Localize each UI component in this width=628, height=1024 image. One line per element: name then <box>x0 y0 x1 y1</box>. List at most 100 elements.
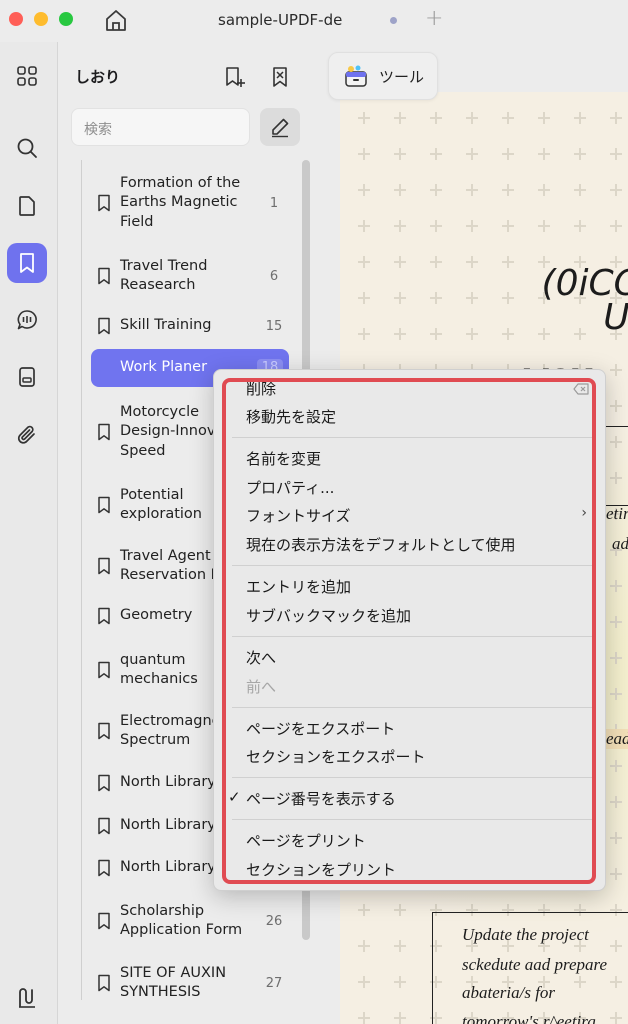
menu-item-show-page-numbers[interactable]: ページ番号を表示する <box>246 788 396 810</box>
bookmark-item[interactable]: SITE OF AUXIN SYNTHESIS 27 <box>91 961 289 1005</box>
page-grid-mark <box>502 292 514 304</box>
page-grid-mark <box>538 220 550 232</box>
page-icon[interactable] <box>7 186 47 226</box>
bookmark-page-number: 27 <box>265 975 283 991</box>
bookmark-page-number: 15 <box>265 318 283 334</box>
bookmark-context-menu: 削除 移動先を設定 名前を変更 プロパティ... フォントサイズ › 現在の表示… <box>213 369 606 891</box>
page-grid-mark <box>394 1012 406 1024</box>
document-line: sckedute aad prepare <box>462 955 608 974</box>
document-fragment: etir <box>606 504 628 523</box>
page-grid-mark <box>574 148 586 160</box>
document-line: tomorrow's r^eetirg <box>462 1012 596 1024</box>
bookmark-item[interactable]: Skill Training 15 <box>91 315 289 337</box>
menu-item-print-section[interactable]: セクションをプリント <box>246 859 396 881</box>
page-grid-mark <box>430 184 442 196</box>
bookmark-icon <box>97 607 115 625</box>
menu-item-properties[interactable]: プロパティ... <box>246 477 334 499</box>
page-grid-mark <box>430 256 442 268</box>
page-grid-mark <box>610 364 622 376</box>
form-icon[interactable] <box>7 357 47 397</box>
toolbox-icon <box>345 65 367 87</box>
thumbnails-icon[interactable] <box>7 56 47 96</box>
bookmark-item[interactable]: Scholarship Application Form 26 <box>91 899 289 943</box>
menu-item-export-pages[interactable]: ページをエクスポート <box>246 718 395 740</box>
tools-button[interactable]: ツール <box>328 52 438 100</box>
page-grid-mark <box>394 976 406 988</box>
page-grid-mark <box>358 292 370 304</box>
bookmark-icon <box>97 661 115 679</box>
menu-item-set-destination[interactable]: 移動先を設定 <box>246 406 336 428</box>
page-grid-mark <box>394 904 406 916</box>
page-grid-mark <box>610 652 622 664</box>
bookmark-panel-icon[interactable] <box>7 243 47 283</box>
menu-item-font-size[interactable]: フォントサイズ <box>246 505 351 527</box>
page-grid-mark <box>574 220 586 232</box>
page-grid-mark <box>430 148 442 160</box>
title-bar: sample-UPDF-de + <box>0 0 628 42</box>
page-grid-mark <box>610 400 622 412</box>
page-grid-mark <box>466 292 478 304</box>
menu-item-add-sub-bookmark[interactable]: サブバックマックを追加 <box>246 605 411 627</box>
bookmark-icon <box>97 974 115 992</box>
comment-icon[interactable] <box>7 300 47 340</box>
page-grid-mark <box>394 292 406 304</box>
close-window-button[interactable] <box>9 12 23 26</box>
bookmark-icon <box>97 267 115 285</box>
updf-logo-icon[interactable] <box>7 978 47 1018</box>
search-icon[interactable] <box>7 128 47 168</box>
add-bookmark-icon[interactable] <box>221 64 247 90</box>
new-tab-button[interactable]: + <box>425 6 443 31</box>
page-grid-mark <box>502 112 514 124</box>
page-grid-mark <box>466 220 478 232</box>
menu-separator <box>232 437 596 438</box>
bookmark-item[interactable]: Travel Trend Reasearch 6 <box>91 254 289 298</box>
page-grid-mark <box>538 184 550 196</box>
bookmark-icon <box>97 774 115 792</box>
menu-item-rename[interactable]: 名前を変更 <box>246 448 321 470</box>
bookmark-icon <box>97 912 115 930</box>
page-grid-mark <box>466 328 478 340</box>
page-grid-mark <box>394 940 406 952</box>
page-grid-mark <box>610 184 622 196</box>
bookmark-icon <box>97 496 115 514</box>
pencil-icon <box>272 118 289 138</box>
edit-bookmark-button[interactable] <box>260 108 300 146</box>
menu-item-add-entry[interactable]: エントリを追加 <box>246 576 351 598</box>
page-grid-mark <box>610 112 622 124</box>
home-icon[interactable] <box>102 6 130 34</box>
remove-bookmark-icon[interactable] <box>267 64 293 90</box>
bookmark-label: Skill Training <box>120 317 212 334</box>
bookmark-search-input[interactable]: 検索 <box>71 108 250 146</box>
page-grid-mark <box>394 220 406 232</box>
menu-item-next[interactable]: 次へ <box>246 647 276 669</box>
page-grid-mark <box>610 832 622 844</box>
delete-key-icon <box>573 383 589 395</box>
document-heading-line1: (0iCO) <box>541 263 628 304</box>
menu-item-print-pages[interactable]: ページをプリント <box>246 830 366 852</box>
zoom-window-button[interactable] <box>59 12 73 26</box>
menu-item-export-section[interactable]: セクションをエクスポート <box>246 746 426 768</box>
bookmark-icon <box>97 423 115 441</box>
menu-separator <box>232 707 596 708</box>
menu-item-delete[interactable]: 削除 <box>246 378 276 400</box>
document-heading-line2: UU <box>603 297 628 338</box>
bookmark-item[interactable]: Formation of the Earths Magnetic Field 1 <box>91 172 289 234</box>
attachment-icon[interactable] <box>7 415 47 455</box>
minimize-window-button[interactable] <box>34 12 48 26</box>
page-grid-mark <box>358 148 370 160</box>
page-grid-mark <box>502 256 514 268</box>
bookmark-icon <box>97 557 115 575</box>
page-grid-mark <box>610 220 622 232</box>
menu-item-use-as-default[interactable]: 現在の表示方法をデフォルトとして使用 <box>246 534 516 556</box>
page-grid-mark <box>466 256 478 268</box>
document-tab-title[interactable]: sample-UPDF-de <box>218 11 342 29</box>
page-grid-mark <box>610 148 622 160</box>
page-grid-mark <box>358 220 370 232</box>
bookmark-icon <box>97 317 115 335</box>
page-grid-mark <box>394 112 406 124</box>
page-grid-mark <box>466 148 478 160</box>
bookmark-label: Formation of the Earths Magnetic Field <box>120 174 241 230</box>
page-grid-mark <box>466 112 478 124</box>
page-grid-mark <box>358 940 370 952</box>
page-grid-mark <box>610 796 622 808</box>
